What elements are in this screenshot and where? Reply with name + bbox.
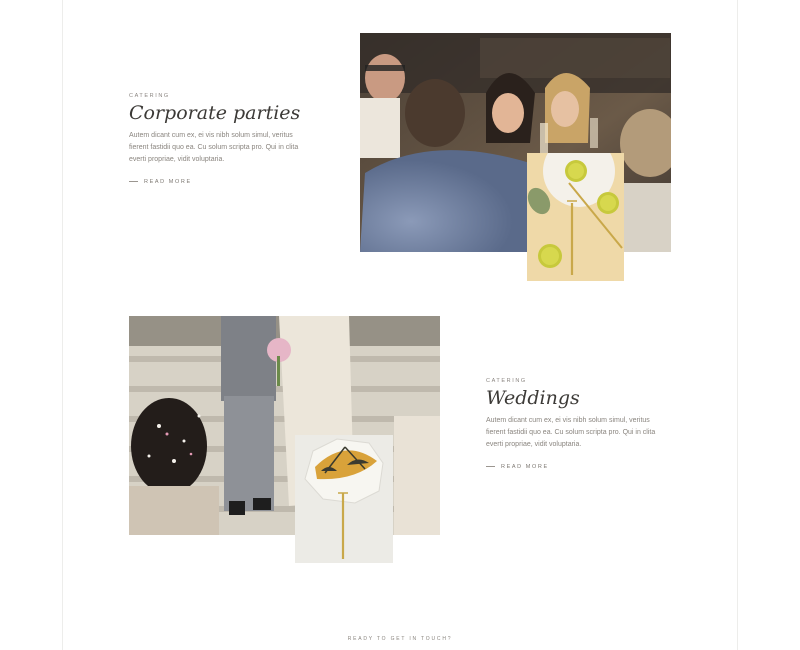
weddings-text: CATERING Weddings Autem dicant cum ex, e… xyxy=(486,378,676,470)
section-eyebrow: CATERING xyxy=(486,378,527,384)
body-line: everti propriae, vidit voluptaria. xyxy=(129,155,225,163)
corporate-party-photo xyxy=(360,33,671,252)
macaron-plate-photo xyxy=(527,153,624,281)
corporate-parties-text: CATERING Corporate parties Autem dicant … xyxy=(129,93,319,185)
read-more-label: READ MORE xyxy=(501,463,549,470)
section-eyebrow: CATERING xyxy=(129,93,170,99)
dash-icon xyxy=(486,466,495,468)
section-body: Autem dicant cum ex, ei vis nibh solum s… xyxy=(129,130,319,166)
left-border-line xyxy=(62,0,63,650)
section-body: Autem dicant cum ex, ei vis nibh solum s… xyxy=(486,415,676,451)
tart-plate-photo xyxy=(295,435,393,563)
body-line: Autem dicant cum ex, ei vis nibh solum s… xyxy=(486,416,650,424)
read-more-link[interactable]: READ MORE xyxy=(486,464,676,470)
wedding-image xyxy=(129,316,440,535)
body-line: fierent fastidii quo ea. Cu solum script… xyxy=(486,428,656,436)
body-line: everti propriae, vidit voluptaria. xyxy=(486,440,582,448)
read-more-label: READ MORE xyxy=(144,178,192,185)
macaron-image xyxy=(527,153,624,281)
body-line: Autem dicant cum ex, ei vis nibh solum s… xyxy=(129,131,293,139)
right-border-line xyxy=(737,0,738,650)
section-title: Weddings xyxy=(486,387,580,409)
footer-eyebrow: READY TO GET IN TOUCH? xyxy=(347,636,453,642)
section-title: Corporate parties xyxy=(129,102,301,124)
dash-icon xyxy=(129,181,138,183)
read-more-link[interactable]: READ MORE xyxy=(129,179,319,185)
tart-image xyxy=(295,435,393,563)
wedding-photo xyxy=(129,316,440,535)
body-line: fierent fastidii quo ea. Cu solum script… xyxy=(129,143,299,151)
party-image xyxy=(360,33,671,252)
